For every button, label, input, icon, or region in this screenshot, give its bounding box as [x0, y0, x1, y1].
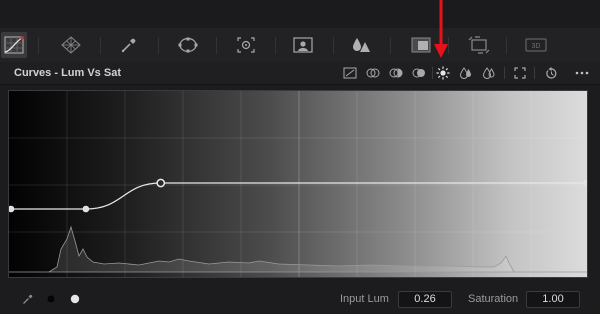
- annotation-arrow: [434, 0, 448, 58]
